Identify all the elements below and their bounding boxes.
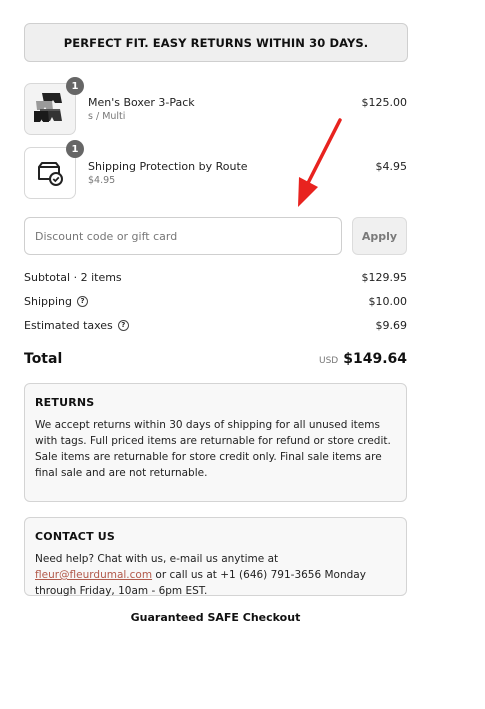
item-name: Men's Boxer 3-Pack bbox=[88, 96, 195, 109]
total-amount: $149.64 bbox=[343, 351, 407, 367]
help-icon[interactable]: ? bbox=[117, 320, 129, 331]
annotation-arrow-icon bbox=[298, 118, 342, 207]
shipping-label-group: Shipping ? bbox=[24, 295, 88, 308]
apply-button[interactable]: Apply bbox=[352, 217, 407, 255]
shipping-value: $10.00 bbox=[368, 295, 408, 308]
returns-body: We accept returns within 30 days of ship… bbox=[35, 419, 391, 479]
item-variant: s / Multi bbox=[88, 111, 126, 122]
subtotal-value: $129.95 bbox=[361, 271, 408, 284]
contact-card: CONTACT US Need help? Chat with us, e-ma… bbox=[24, 517, 407, 599]
contact-body: Need help? Chat with us, e-mail us anyti… bbox=[35, 551, 396, 599]
taxes-label: Estimated taxes bbox=[24, 319, 113, 332]
shipping-label: Shipping bbox=[24, 295, 72, 308]
help-icon[interactable]: ? bbox=[77, 296, 88, 307]
returns-banner: PERFECT FIT. EASY RETURNS WITHIN 30 DAYS… bbox=[24, 23, 408, 62]
contact-title: CONTACT US bbox=[35, 530, 116, 543]
quantity-badge: 1 bbox=[66, 140, 84, 158]
item-name: Shipping Protection by Route bbox=[88, 160, 248, 173]
contact-text-before: Need help? Chat with us, e-mail us anyti… bbox=[35, 553, 279, 565]
total-amount-group: USD $149.64 bbox=[319, 348, 407, 367]
subtotal-row: Subtotal · 2 items $129.95 bbox=[24, 271, 407, 284]
quantity-badge: 1 bbox=[66, 77, 84, 95]
contact-email-link[interactable]: fleur@fleurdumal.com bbox=[35, 569, 152, 581]
total-label: Total bbox=[24, 351, 63, 367]
returns-title: RETURNS bbox=[35, 396, 95, 409]
item-price: $4.95 bbox=[375, 160, 408, 173]
shipping-protection-icon bbox=[38, 162, 63, 186]
safe-checkout-label: Guaranteed SAFE Checkout bbox=[130, 611, 301, 624]
item-variant: $4.95 bbox=[88, 175, 116, 186]
boxer-shorts-image bbox=[34, 93, 62, 122]
subtotal-label: Subtotal · 2 items bbox=[24, 271, 122, 284]
currency-code: USD bbox=[319, 356, 339, 366]
discount-code-input[interactable] bbox=[24, 217, 342, 255]
taxes-row: Estimated taxes ? $9.69 bbox=[24, 319, 407, 332]
taxes-value: $9.69 bbox=[375, 319, 408, 332]
taxes-label-group: Estimated taxes ? bbox=[24, 319, 129, 332]
returns-card: RETURNS We accept returns within 30 days… bbox=[24, 383, 407, 502]
shipping-row: Shipping ? $10.00 bbox=[24, 295, 407, 308]
total-row: Total USD $149.64 bbox=[24, 348, 407, 367]
item-price: $125.00 bbox=[361, 96, 408, 109]
